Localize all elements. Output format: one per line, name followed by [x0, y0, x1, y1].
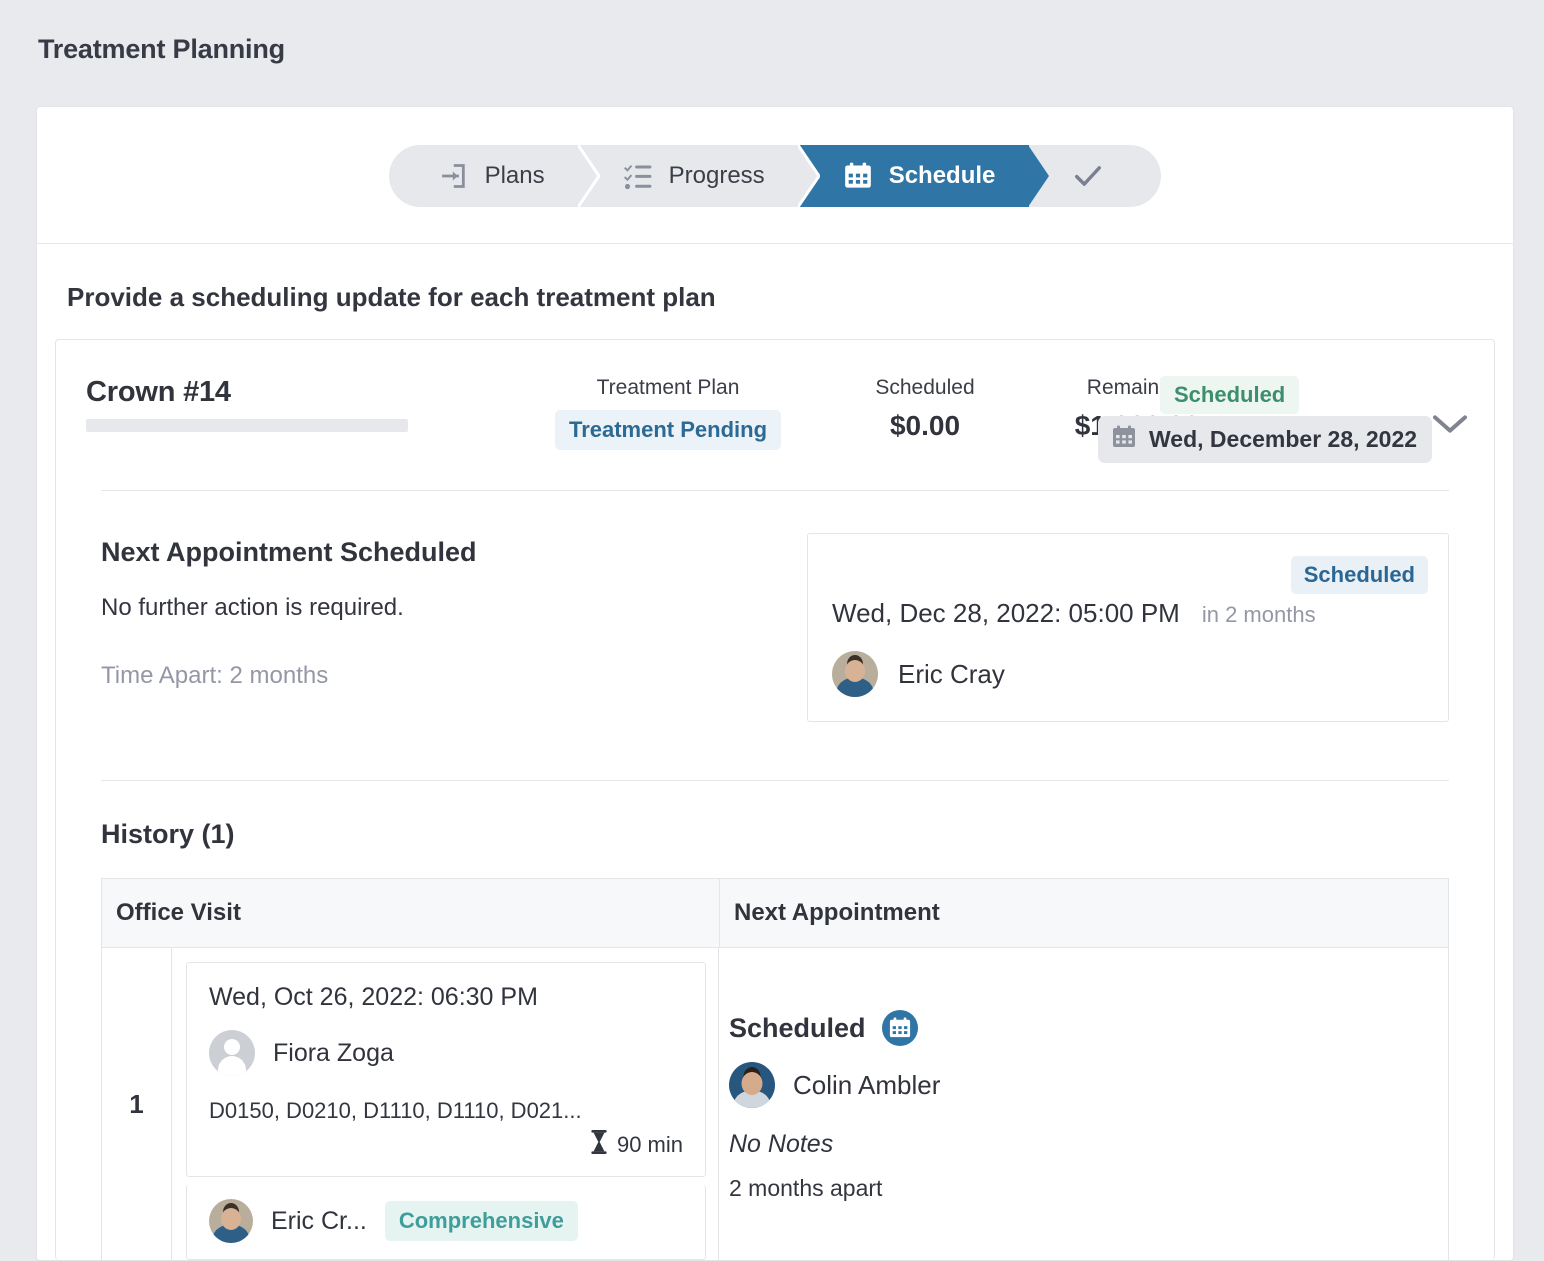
avatar — [209, 1199, 253, 1243]
next-appointment-provider-name: Colin Ambler — [793, 1069, 941, 1100]
column-header-next-appointment: Next Appointment — [734, 899, 940, 926]
section-heading: Provide a scheduling update for each tre… — [67, 282, 716, 312]
plan-name: Crown #14 — [86, 376, 231, 408]
step-progress[interactable]: Progress — [578, 145, 820, 207]
next-appointment-status: Scheduled — [729, 1012, 866, 1043]
step-divider-arrow — [797, 145, 820, 207]
next-appointment-section: Next Appointment Scheduled No further ac… — [56, 491, 1494, 722]
next-appointment-cell: Scheduled Colin Ambler No Notes 2 months… — [719, 948, 1448, 1260]
visit-patient-row: Fiora Zoga — [209, 1030, 683, 1076]
scheduled-date-chip[interactable]: Wed, December 28, 2022 — [1098, 416, 1433, 463]
visit-secondary-provider-name: Eric Cr... — [271, 1206, 367, 1235]
page-title: Treatment Planning — [38, 34, 285, 64]
table-row: 1 Wed, Oct 26, 2022: 06:30 PM Fiora Zoga… — [102, 948, 1448, 1260]
next-appointment-provider-row: Colin Ambler — [729, 1062, 1448, 1108]
hourglass-icon — [589, 1130, 609, 1160]
next-appointment-status-row: Scheduled — [729, 1010, 1448, 1046]
next-appointment-subtitle: No further action is required. — [101, 594, 404, 621]
step-plans[interactable]: Plans — [388, 145, 600, 207]
visit-procedure-codes: D0150, D0210, D1110, D1110, D021... — [209, 1098, 582, 1123]
scheduled-value: $0.00 — [889, 410, 961, 441]
next-appointment-apart: 2 months apart — [729, 1175, 883, 1201]
history-title: History (1) — [101, 819, 235, 849]
avatar — [209, 1030, 255, 1076]
plan-header-row: Crown #14 Treatment Plan Treatment Pendi… — [56, 340, 1494, 490]
calendar-icon — [843, 161, 873, 191]
appointment-datetime-row: Wed, Dec 28, 2022: 05:00 PM in 2 months — [832, 598, 1424, 629]
step-divider-arrow — [1028, 145, 1050, 207]
next-appointment-title: Next Appointment Scheduled — [101, 537, 477, 567]
visit-duration-text: 90 min — [616, 1132, 683, 1157]
visit-duration-row: 90 min — [209, 1130, 683, 1160]
column-header-office-visit: Office Visit — [102, 879, 720, 947]
office-visit-box-secondary[interactable]: Eric Cr... Comprehensive — [186, 1185, 706, 1260]
office-visit-box[interactable]: Wed, Oct 26, 2022: 06:30 PM Fiora Zoga D… — [186, 962, 706, 1177]
step-plans-label: Plans — [484, 162, 545, 189]
time-apart-text: Time Apart: 2 months — [101, 662, 329, 689]
plan-name-underline — [86, 419, 408, 432]
table-header-row: Office Visit Next Appointment — [102, 879, 1448, 948]
calendar-circle-icon[interactable] — [881, 1010, 918, 1046]
wizard-stepper: Plans Progress Schedule — [37, 107, 1513, 244]
scheduled-amount-col: Scheduled $0.00 — [850, 376, 1000, 442]
visit-patient-name: Fiora Zoga — [273, 1038, 394, 1067]
appointment-provider-row: Eric Cray — [832, 651, 1424, 697]
step-divider-arrow — [577, 145, 600, 207]
treatment-plan-panel: Crown #14 Treatment Plan Treatment Pendi… — [55, 339, 1495, 1260]
treatment-planning-card: Plans Progress Schedule Provide a schedu… — [36, 106, 1514, 1261]
plan-name-block: Crown #14 — [86, 376, 476, 432]
next-appointment-info: Next Appointment Scheduled No further ac… — [101, 533, 781, 722]
treatment-plan-label: Treatment Plan — [596, 376, 740, 399]
treatment-plan-status-col: Treatment Plan Treatment Pending — [548, 376, 788, 450]
plan-status-badge: Scheduled — [1160, 376, 1300, 414]
row-number: 1 — [102, 948, 172, 1260]
appointment-card[interactable]: Scheduled Wed, Dec 28, 2022: 05:00 PM in… — [807, 533, 1449, 722]
avatar — [832, 651, 878, 697]
sign-in-icon — [439, 161, 469, 191]
office-visit-cell: Wed, Oct 26, 2022: 06:30 PM Fiora Zoga D… — [172, 948, 719, 1260]
next-appointment-notes: No Notes — [729, 1130, 834, 1158]
appointment-status-badge: Scheduled — [1290, 556, 1428, 594]
chevron-down-icon[interactable] — [1430, 410, 1470, 443]
tasks-checklist-icon — [623, 161, 653, 191]
visit-type-badge: Comprehensive — [384, 1201, 578, 1241]
treatment-pending-badge: Treatment Pending — [554, 410, 782, 450]
calendar-icon — [1112, 425, 1136, 454]
step-progress-label: Progress — [668, 162, 765, 189]
appointment-relative-time: in 2 months — [1201, 602, 1316, 627]
visit-datetime: Wed, Oct 26, 2022: 06:30 PM — [209, 983, 538, 1011]
scheduled-date-text: Wed, December 28, 2022 — [1149, 426, 1418, 452]
plan-status-col: Scheduled — [1160, 376, 1300, 414]
step-schedule[interactable]: Schedule — [798, 145, 1050, 207]
step-schedule-label: Schedule — [888, 162, 996, 189]
history-table: Office Visit Next Appointment 1 Wed, Oct… — [101, 878, 1449, 1260]
appointment-datetime: Wed, Dec 28, 2022: 05:00 PM — [832, 598, 1180, 628]
appointment-provider-name: Eric Cray — [898, 658, 1005, 689]
avatar — [729, 1062, 775, 1108]
check-icon — [1073, 161, 1103, 191]
scheduled-label: Scheduled — [875, 376, 975, 399]
